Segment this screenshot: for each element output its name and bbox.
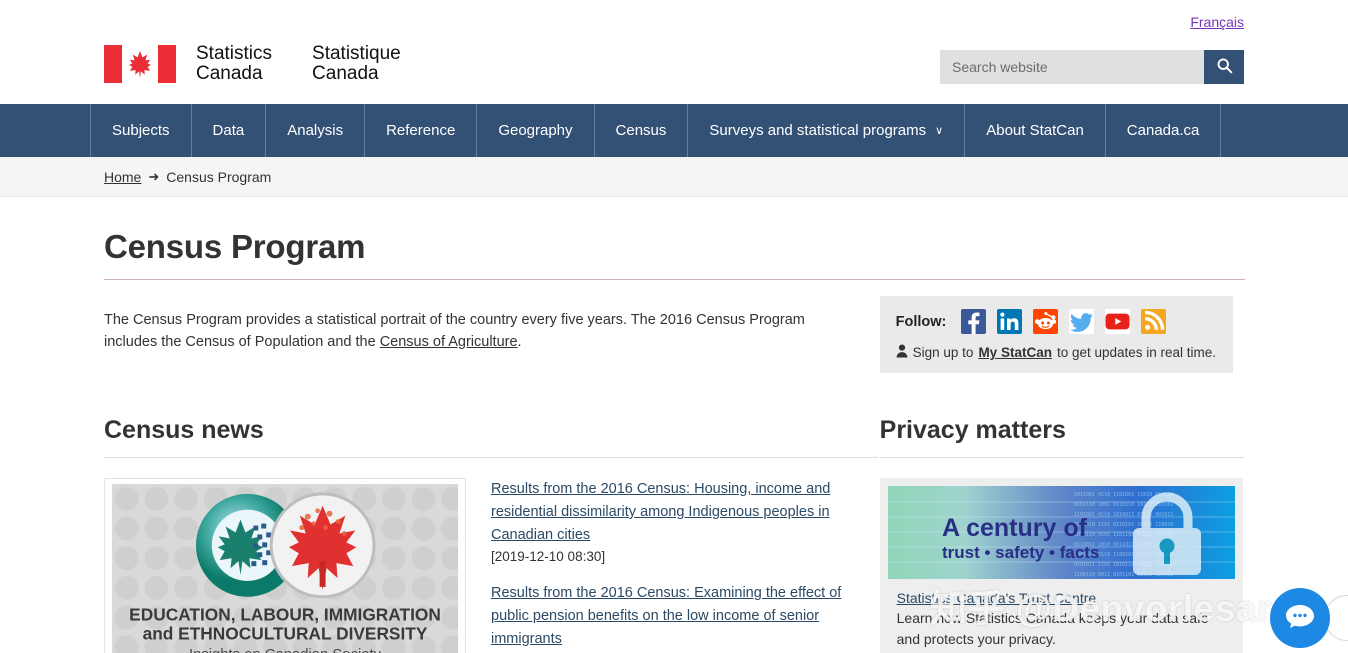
news-item: Results from the 2016 Census: Examining … — [491, 582, 878, 651]
intro-columns: The Census Program provides a statistica… — [104, 294, 1244, 373]
nav-label: Surveys and statistical programs — [709, 122, 927, 139]
search-icon — [1216, 57, 1233, 77]
svg-text:A century of: A century of — [942, 514, 1088, 542]
brand-lockup[interactable]: Statistics Canada Statistique Canada — [104, 44, 401, 84]
trust-centre-link[interactable]: Statistics Canada's Trust Centre — [888, 590, 1235, 606]
social-icon-row: Follow: — [896, 309, 1217, 334]
svg-text:0011010 1101 0110101 10011 110: 0011010 1101 0110101 10011 110010 — [1074, 522, 1173, 528]
census-news-heading: Census news — [104, 416, 264, 444]
my-statcan-link[interactable]: My StatCan — [978, 345, 1052, 360]
chevron-down-icon: ∨ — [935, 125, 944, 137]
news-item-link[interactable]: Results from the 2016 Census: Examining … — [491, 582, 878, 651]
svg-text:trust • safety • facts: trust • safety • facts — [942, 543, 1099, 562]
breadcrumb-arrow-icon: ➜ — [148, 168, 160, 184]
nav-label: Subjects — [112, 122, 170, 139]
nav-item-census[interactable]: Census — [593, 104, 688, 157]
census-news-thumbnail-frame[interactable]: EDUCATION, LABOUR, IMMIGRATION and ETHNO… — [104, 478, 466, 653]
page-title: Census Program — [104, 228, 366, 265]
census-news-divider — [104, 457, 878, 458]
breadcrumb-item-home[interactable]: Home — [104, 169, 141, 185]
page-content: Census Program The Census Program provid… — [0, 228, 1348, 653]
nav-label: About StatCan — [986, 122, 1084, 139]
privacy-matters-section: Privacy matters 1011001 0110 1101001 110… — [879, 416, 1244, 653]
nav-label: Canada.ca — [1126, 122, 1200, 139]
svg-text:and ETHNOCULTURAL DIVERSITY: and ETHNOCULTURAL DIVERSITY — [143, 623, 428, 643]
nav-label: Census — [615, 122, 667, 139]
search-input[interactable] — [940, 50, 1204, 84]
news-item-link[interactable]: Results from the 2016 Census: Housing, i… — [491, 478, 878, 547]
nav-item-surveys-and-statistical-programs[interactable]: Surveys and statistical programs ∨ — [687, 104, 964, 157]
language-toggle-link[interactable]: Français — [1190, 14, 1244, 30]
canada-flag-icon — [104, 45, 176, 83]
census-of-agriculture-link[interactable]: Census of Agriculture — [380, 334, 518, 350]
census-news-list: Results from the 2016 Census: Housing, i… — [491, 478, 878, 653]
chat-bubble-icon — [1285, 603, 1315, 634]
breadcrumb-item-current: Census Program — [166, 168, 272, 185]
svg-text:Insights on Canadian Society: Insights on Canadian Society — [189, 647, 382, 653]
facebook-icon[interactable] — [961, 309, 987, 334]
wordmark-fr-line1: Statistique — [312, 43, 401, 64]
lower-columns: Census news EDUCATION, LABOUR, IMMIGRATI… — [104, 416, 1244, 653]
nav-item-reference[interactable]: Reference — [364, 104, 476, 157]
nav-label: Data — [212, 122, 245, 139]
top-utility-strip: Français — [0, 0, 1348, 44]
news-item: Results from the 2016 Census: Housing, i… — [491, 478, 878, 564]
site-search[interactable] — [940, 50, 1244, 84]
nav-label: Reference — [386, 122, 456, 139]
signup-row: Sign up to My StatCan to get updates in … — [896, 344, 1217, 361]
search-button[interactable] — [1204, 50, 1244, 84]
wordmark-english: Statistics Canada — [196, 44, 272, 84]
breadcrumb: Home ➜ Census Program — [0, 157, 1348, 197]
linkedin-icon[interactable] — [997, 309, 1023, 334]
privacy-description: Learn how Statistics Canada keeps your d… — [896, 610, 1209, 647]
title-divider — [104, 279, 1245, 280]
census-insights-thumbnail: EDUCATION, LABOUR, IMMIGRATION and ETHNO… — [111, 484, 459, 653]
intro-paragraph: The Census Program provides a statistica… — [104, 309, 824, 353]
svg-text:EDUCATION, LABOUR, IMMIGRATION: EDUCATION, LABOUR, IMMIGRATION — [129, 605, 441, 625]
chat-button[interactable] — [1270, 588, 1330, 648]
follow-panel: Follow: Sign up to My StatCan to get upd… — [879, 296, 1233, 373]
wordmark-french: Statistique Canada — [312, 44, 401, 84]
page-root: Français Statistics Canada Statistique C… — [0, 0, 1348, 653]
nav-item-geography[interactable]: Geography — [476, 104, 593, 157]
trust-centre-banner[interactable]: 1011001 0110 1101001 11010 010110 010111… — [887, 486, 1235, 579]
rss-icon[interactable] — [1141, 309, 1167, 334]
youtube-icon[interactable] — [1105, 309, 1131, 334]
privacy-card: 1011001 0110 1101001 11010 010110 010111… — [879, 478, 1243, 653]
follow-label: Follow: — [895, 313, 947, 330]
nav-item-subjects[interactable]: Subjects — [90, 104, 191, 157]
wordmark-en-line2: Canada — [196, 63, 263, 84]
signup-suffix: to get updates in real time. — [1056, 345, 1217, 360]
main-navigation[interactable]: Subjects Data Analysis Reference Geograp… — [0, 104, 1348, 157]
person-icon — [896, 344, 908, 361]
wordmark: Statistics Canada Statistique Canada — [196, 44, 401, 84]
wordmark-en-line1: Statistics — [196, 43, 273, 64]
signup-prefix: Sign up to — [912, 345, 974, 360]
intro-text-column: The Census Program provides a statistica… — [104, 294, 878, 373]
nav-item-data[interactable]: Data — [190, 104, 266, 157]
twitter-icon[interactable] — [1069, 309, 1095, 334]
census-news-section: Census news EDUCATION, LABOUR, IMMIGRATI… — [104, 416, 878, 653]
wordmark-fr-line2: Canada — [312, 63, 379, 84]
nav-label: Geography — [498, 122, 573, 139]
reddit-icon[interactable] — [1033, 309, 1059, 334]
privacy-matters-heading: Privacy matters — [879, 416, 1066, 444]
census-news-body: EDUCATION, LABOUR, IMMIGRATION and ETHNO… — [104, 478, 878, 653]
nav-label: Analysis — [287, 122, 344, 139]
intro-text-part2: . — [517, 333, 522, 350]
nav-item-about-statcan[interactable]: About StatCan — [964, 104, 1105, 157]
brand-row: Statistics Canada Statistique Canada — [0, 44, 1348, 104]
privacy-matters-divider — [879, 457, 1244, 458]
follow-column: Follow: Sign up to My StatCan to get upd… — [879, 294, 1244, 373]
news-item-date: [2019-12-10 08:30] — [491, 549, 606, 564]
nav-item-canada-ca[interactable]: Canada.ca — [1104, 104, 1222, 157]
nav-item-analysis[interactable]: Analysis — [265, 104, 364, 157]
